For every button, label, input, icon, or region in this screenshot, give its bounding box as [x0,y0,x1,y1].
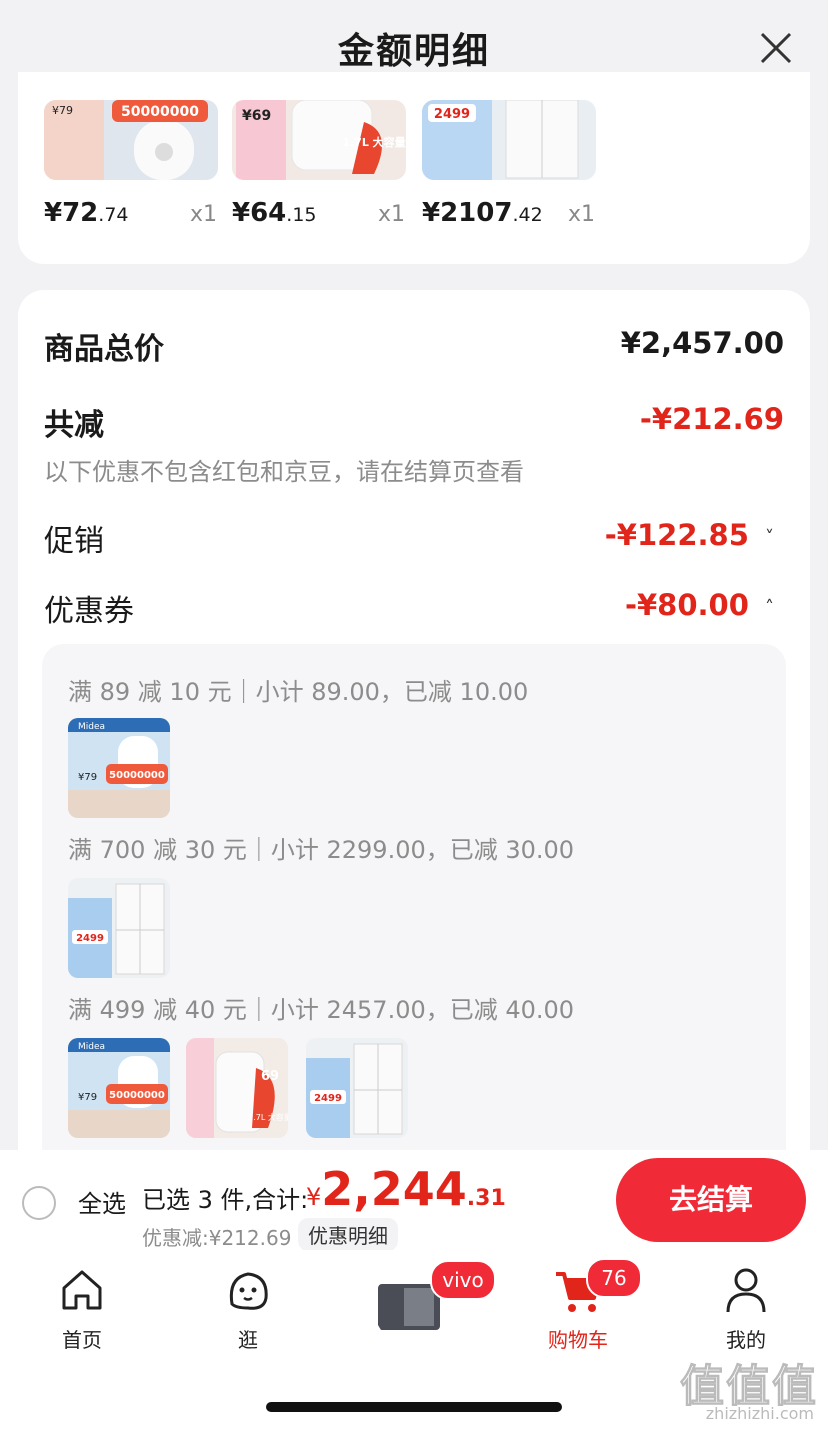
coupon-item-humidifier[interactable]: Midea 50000000 ¥79 [68,718,170,818]
price-tag: ¥69 [242,108,271,124]
select-all-label[interactable]: 全选 [78,1184,126,1219]
promo-text: 1.7L 大容量 [342,135,405,149]
browse-icon [229,1272,268,1310]
home-indicator[interactable] [266,1402,562,1412]
tab-label: 首页 [62,1328,102,1352]
select-all-checkbox[interactable] [22,1186,56,1220]
price-tag: 2499 [314,1093,342,1104]
coupon-item-fridge[interactable]: 2499 [68,878,170,978]
close-icon[interactable] [758,30,794,66]
coupon-label: 优惠券 [44,594,134,629]
promo-text: 1.7L 大容量 [248,1112,288,1122]
discount-detail-button[interactable]: 优惠明细 [298,1218,398,1251]
price-tag: 2499 [76,933,104,944]
coupon-item-kettle[interactable]: 69 1.7L 大容量 [186,1038,288,1138]
price-tag: ¥79 [78,1092,97,1103]
tab-mine[interactable]: 我的 [686,1264,806,1353]
tab-browse[interactable]: 逛 [188,1264,308,1353]
promo-label: 促销 [44,524,104,559]
product-qty: x1 [568,202,596,227]
checkout-button[interactable]: 去结算 [616,1158,806,1242]
product-qty: x1 [190,202,218,227]
brand-text: Midea [78,1042,105,1052]
coupon-item-humidifier[interactable]: Midea 50000000 ¥79 [68,1038,170,1138]
chevron-down-icon: ˅ [765,526,774,548]
product-price: ¥2107.42 [422,198,543,228]
tab-home[interactable]: 首页 [22,1264,142,1353]
product-image-humidifier[interactable]: 50000000 ¥79 [44,100,218,180]
goods-total-label: 商品总价 [44,332,164,367]
total-amount: ¥2,244.31 [306,1162,506,1216]
coupon-rule: 满 499 减 40 元｜小计 2457.00，已减 40.00 [68,996,575,1024]
promo-text: 50000000 [109,1090,165,1101]
total-reduce-label: 共减 [44,408,104,443]
selected-count: 已选 3 件,合计: [142,1186,309,1214]
home-icon [62,1270,102,1310]
coupon-row[interactable]: -¥80.00 ˄ [625,588,774,622]
tab-label: 购物车 [548,1328,608,1352]
coupon-rule: 满 700 减 30 元｜小计 2299.00，已减 30.00 [68,836,575,864]
watermark-url: zhizhizhi.com [705,1404,814,1423]
checkout-bar: 全选 已选 3 件,合计: ¥2,244.31 优惠减:¥212.69 优惠明细… [0,1150,828,1251]
cart-badge: 76 [586,1258,642,1298]
coupon-rule: 满 89 减 10 元｜小计 89.00，已减 10.00 [68,678,529,706]
promo-row[interactable]: -¥122.85 ˅ [605,518,774,552]
coupon-item-fridge[interactable]: 2499 [306,1038,408,1138]
price-tag: 2499 [434,107,470,122]
price-tag: 69 [261,1069,279,1084]
vivo-badge: vivo [430,1260,496,1300]
price-tag: ¥79 [78,772,97,783]
coupon-detail-box: 满 89 减 10 元｜小计 89.00，已减 10.00 Midea 5000… [42,644,786,1204]
discount-note: 以下优惠不包含红包和京豆，请在结算页查看 [44,458,524,486]
product-image-kettle[interactable]: 1.7L 大容量 ¥69 [232,100,406,180]
discount-summary: 优惠减:¥212.69 [142,1226,292,1250]
tab-label: 我的 [726,1328,766,1352]
tab-label: 逛 [238,1328,258,1352]
product-qty: x1 [378,202,406,227]
price-tag: ¥79 [52,104,73,117]
page-title: 金额明细 [337,31,490,72]
brand-text: Midea [78,722,105,732]
promo-text: 50000000 [109,770,165,781]
chevron-up-icon: ˄ [765,596,774,618]
promo-value: -¥122.85 [604,518,749,552]
product-image-fridge[interactable]: 2499 [422,100,596,180]
promo-text: 50000000 [121,104,199,120]
total-reduce-value: -¥212.69 [639,402,784,436]
product-price: ¥72.74 [44,198,129,228]
product-strip: 50000000 ¥79 ¥72.74 x1 1.7L 大容量 ¥69 ¥64.… [18,72,810,264]
goods-total-value: ¥2,457.00 [620,326,784,360]
user-icon [726,1268,766,1313]
price-detail-card: 商品总价 ¥2,457.00 共减 -¥212.69 以下优惠不包含红包和京豆，… [18,290,810,1204]
coupon-value: -¥80.00 [624,588,749,622]
product-price: ¥64.15 [232,198,317,228]
